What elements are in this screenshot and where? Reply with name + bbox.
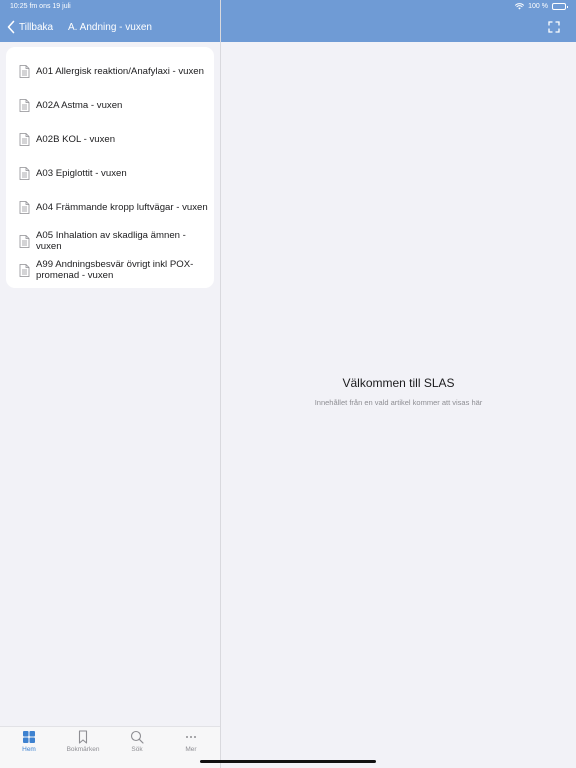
- tab-bar: Hem Bokmärken Sök Mer: [0, 726, 220, 768]
- wifi-icon: [515, 3, 525, 10]
- document-icon: [19, 263, 30, 277]
- document-icon: [19, 200, 30, 214]
- list-item-label: A03 Epiglottit - vuxen: [36, 167, 127, 179]
- welcome-subtitle: Innehållet från en vald artikel kommer a…: [314, 398, 483, 407]
- list-item[interactable]: A01 Allergisk reaktion/Anafylaxi - vuxen: [6, 54, 214, 88]
- document-icon: [19, 64, 30, 78]
- list-item-label: A01 Allergisk reaktion/Anafylaxi - vuxen: [36, 65, 204, 77]
- tab-label: Bokmärken: [66, 746, 100, 753]
- list-item[interactable]: A05 Inhalation av skadliga ämnen - vuxen: [6, 224, 214, 258]
- status-time: 10:25 fm ons 19 juli: [10, 3, 71, 10]
- tab-label: Hem: [22, 746, 36, 753]
- document-icon: [19, 98, 30, 112]
- tab-home[interactable]: Hem: [7, 730, 51, 753]
- list-item[interactable]: A03 Epiglottit - vuxen: [6, 156, 214, 190]
- tab-bookmarks[interactable]: Bokmärken: [61, 730, 105, 753]
- document-icon: [19, 132, 30, 146]
- battery-percent: 100 %: [528, 3, 548, 10]
- page-title: A. Andning - vuxen: [68, 22, 152, 33]
- fullscreen-icon[interactable]: [548, 21, 560, 33]
- tab-label: Mer: [185, 746, 197, 753]
- tab-search[interactable]: Sök: [115, 730, 159, 753]
- bookmark-icon: [78, 730, 88, 744]
- list-item-label: A02A Astma - vuxen: [36, 99, 123, 111]
- more-icon: [186, 736, 196, 738]
- list-item[interactable]: A99 Andningsbesvär övrigt inkl POX-prome…: [6, 256, 214, 284]
- list-item-label: A04 Främmande kropp luftvägar - vuxen: [36, 201, 208, 213]
- list-item[interactable]: A02A Astma - vuxen: [6, 88, 214, 122]
- back-button[interactable]: Tillbaka: [6, 20, 53, 34]
- status-indicators: 100 %: [515, 3, 568, 10]
- list-item-label: A05 Inhalation av skadliga ämnen - vuxen: [36, 230, 186, 252]
- back-label: Tillbaka: [19, 21, 54, 33]
- tab-label: Sök: [131, 746, 143, 753]
- list-item[interactable]: A02B KOL - vuxen: [6, 122, 214, 156]
- list-item[interactable]: A04 Främmande kropp luftvägar - vuxen: [6, 190, 214, 224]
- grid-icon: [23, 731, 35, 743]
- article-list: A01 Allergisk reaktion/Anafylaxi - vuxen…: [6, 47, 214, 288]
- document-icon: [19, 166, 30, 180]
- tab-more[interactable]: Mer: [169, 730, 213, 753]
- search-icon: [130, 730, 144, 744]
- list-item-label: A02B KOL - vuxen: [36, 133, 116, 145]
- list-item-label: A99 Andningsbesvär övrigt inkl POX-prome…: [36, 259, 194, 281]
- chevron-left-icon: [7, 20, 15, 34]
- home-indicator: [200, 760, 376, 763]
- welcome-title: Välkommen till SLAS: [342, 376, 455, 390]
- document-icon: [19, 234, 30, 248]
- battery-icon: [552, 3, 568, 10]
